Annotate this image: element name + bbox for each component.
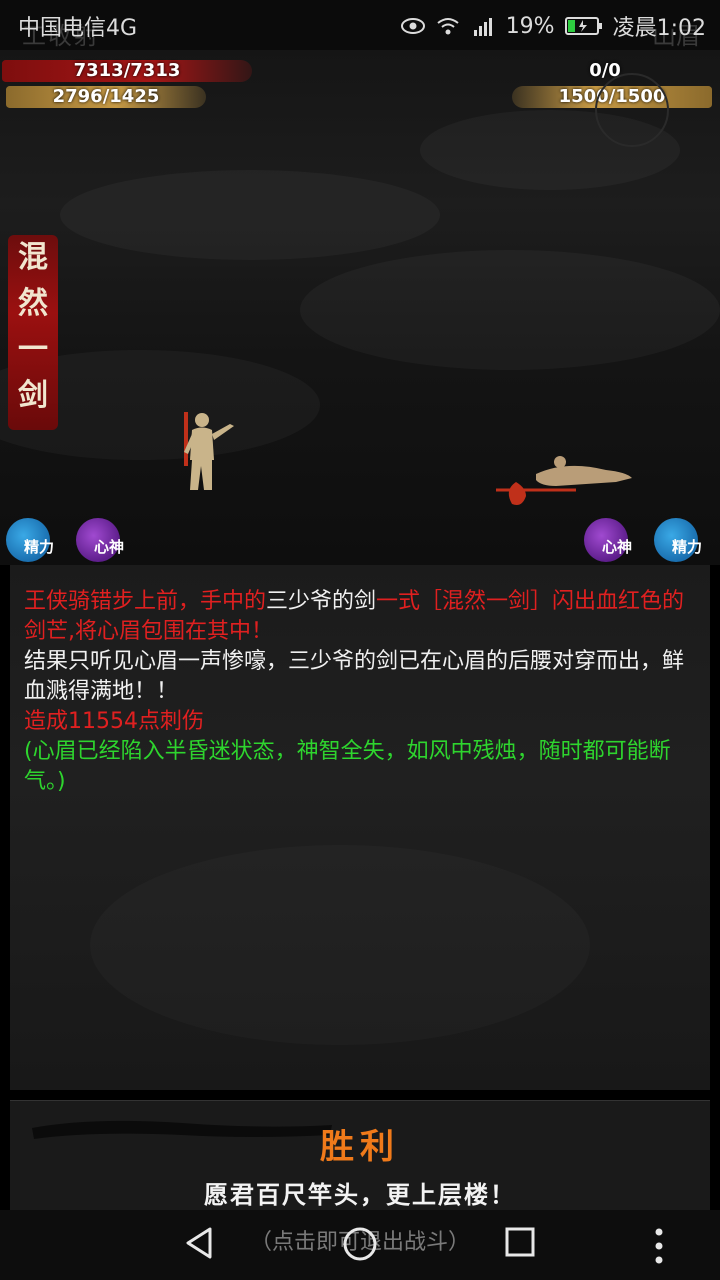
player-character [184, 412, 234, 490]
player-mp-bar: 2796/1425 [6, 86, 206, 108]
back-icon[interactable] [184, 1226, 216, 1260]
clock: 凌晨1:02 [612, 16, 706, 41]
navigation-bar: （点击即可退出战斗） [0, 1210, 720, 1280]
enemy-character-fallen [496, 456, 632, 505]
left-spirit-label: 心神 [94, 538, 125, 556]
skill-char-4: 剑 [18, 378, 48, 413]
log-damage: 造成11554点刺伤 [24, 709, 204, 734]
skill-char-2: 然 [18, 286, 48, 321]
carrier-label: 中国电信4G [18, 16, 138, 41]
skill-name-banner: 混 然 一 剑 [8, 235, 58, 430]
battery-percent: 19% [505, 13, 555, 39]
log-enemy-status: (心眉已经陷入半昏迷状态，神智全失，如风中残烛，随时都可能断气。) [24, 739, 671, 794]
recent-apps-icon[interactable] [504, 1226, 536, 1260]
eye-icon [400, 18, 425, 34]
right-energy-label: 精力 [672, 538, 703, 556]
log-result: 结果只听见心眉一声惨嚎，三少爷的剑已在心眉的后腰对穿而出，鲜血溅得满地！！ [24, 649, 685, 704]
skill-char-3: 一 [18, 332, 48, 367]
wifi-icon [437, 18, 459, 35]
status-bar: 工收射 山眉 中国电信4G 19% 凌晨1:02 [0, 0, 720, 50]
log-weapon-name: 三少爷的剑 [266, 589, 377, 614]
right-spirit-label: 心神 [602, 538, 633, 556]
battery-icon [564, 17, 602, 35]
player-hp-bar: 7313/7313 [2, 60, 252, 82]
skill-char-1: 混 [18, 240, 48, 275]
victory-motto: 愿君百尺竿头，更上层楼！ [204, 1180, 516, 1209]
log-attack-intro: 王侠骑错步上前，手中的 [24, 589, 267, 614]
battle-result-panel[interactable]: 胜利 愿君百尺竿头，更上层楼！ [10, 1100, 710, 1221]
signal-icon [473, 18, 492, 36]
combat-log-text: 王侠骑错步上前，手中的三少爷的剑一式［混然一剑］闪出血红色的剑芒,将心眉包围在其… [24, 587, 694, 797]
victory-title: 胜利 [320, 1127, 400, 1167]
left-energy-label: 精力 [24, 538, 55, 556]
battle-scene: 7313/7313 2796/1425 0/0 1500/1500 混 然 一 … [0, 50, 720, 565]
home-icon[interactable] [342, 1226, 378, 1262]
moon-circle-icon [595, 73, 669, 147]
combat-log: 王侠骑错步上前，手中的三少爷的剑一式［混然一剑］闪出血红色的剑芒,将心眉包围在其… [10, 565, 710, 1090]
status-icons: 19% 凌晨1:02 [400, 10, 706, 42]
more-menu-icon[interactable] [652, 1226, 666, 1266]
